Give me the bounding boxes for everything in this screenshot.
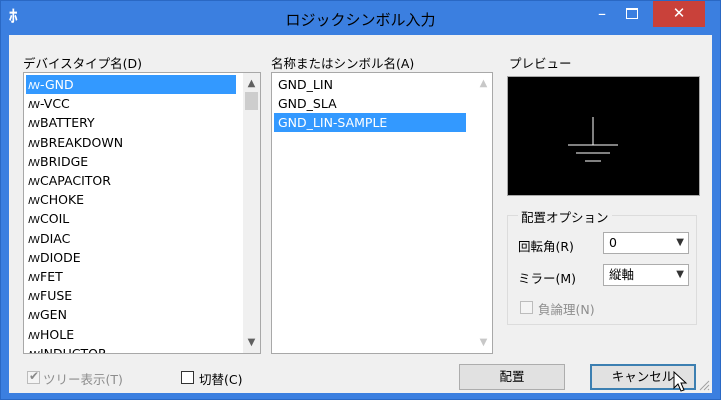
check-icon: ✔ (29, 369, 40, 383)
component-symbol-icon: ꟿ (28, 350, 40, 353)
component-symbol-icon: ꟿ (28, 234, 40, 246)
list-item-label: DIODE (40, 249, 81, 265)
mirror-value: 縦軸 (609, 267, 635, 282)
list-item[interactable]: ꟿCAPACITOR (26, 171, 236, 190)
component-symbol-icon: ꟿ (28, 330, 40, 342)
maximize-button[interactable] (617, 3, 647, 27)
tree-view-label: ツリー表示(T) (43, 372, 123, 387)
dialog-client-area: デバイスタイプ名(D) ꟿ-GND ꟿ-VCC ꟿBATTERY ꟿBREAKDOWN… (9, 35, 712, 393)
component-symbol-icon: ꟿ (28, 119, 40, 131)
symbol-name-list[interactable]: GND_LIN GND_SLA GND_LIN-SAMPLE ▲ ▼ (271, 72, 493, 354)
rotation-select[interactable]: 0 ▼ (603, 232, 689, 254)
scroll-up-icon[interactable]: ▲ (475, 75, 492, 92)
list-item-label: FUSE (40, 288, 73, 304)
mirror-label: ミラー(M) (518, 271, 577, 286)
placement-options-label: 配置オプション (518, 207, 612, 226)
close-button[interactable]: ✕ (653, 1, 705, 27)
symbol-list-scrollbar[interactable]: ▲ ▼ (475, 73, 492, 353)
component-symbol-icon: ꟿ (28, 138, 40, 150)
component-symbol-icon: ꟿ (28, 215, 40, 227)
mouse-pointer-icon (673, 371, 688, 392)
component-symbol-icon: ꟿ (28, 311, 40, 323)
list-item[interactable]: ꟿ-VCC (26, 94, 236, 113)
list-item-label: -GND (40, 77, 74, 92)
component-symbol-icon: ꟿ (28, 196, 40, 208)
list-item[interactable]: GND_SLA (274, 94, 466, 113)
list-item[interactable]: ꟿDIAC (26, 229, 236, 248)
component-symbol-icon: ꟿ (28, 100, 40, 112)
list-item-label: INDUCTOR (40, 345, 107, 354)
list-item-label: CAPACITOR (40, 173, 111, 188)
scroll-down-icon[interactable]: ▼ (475, 334, 492, 351)
rotation-value: 0 (609, 235, 617, 250)
list-item[interactable]: GND_LIN (274, 75, 466, 94)
scrollbar-thumb[interactable] (245, 92, 258, 110)
list-item[interactable]: ꟿBREAKDOWN (26, 133, 236, 152)
maximize-icon (626, 8, 638, 19)
device-type-label: デバイスタイプ名(D) (23, 56, 143, 71)
list-item-label: COIL (40, 211, 70, 227)
device-type-list[interactable]: ꟿ-GND ꟿ-VCC ꟿBATTERY ꟿBREAKDOWN ꟿBRIDGE ꟿCAPA… (23, 72, 261, 354)
list-item-label: BREAKDOWN (40, 134, 124, 150)
switch-label: 切替(C) (199, 372, 243, 387)
preview-label: プレビュー (509, 56, 572, 71)
list-item[interactable]: ꟿCHOKE (26, 190, 236, 209)
list-item[interactable]: ꟿHOLE (26, 325, 236, 344)
switch-checkbox[interactable] (181, 371, 194, 384)
list-item[interactable]: ꟿINDUCTOR (26, 344, 236, 354)
list-item[interactable]: ꟿDIODE (26, 248, 236, 267)
component-symbol-icon: ꟿ (28, 81, 40, 92)
component-symbol-icon: ꟿ (28, 292, 40, 304)
list-item-label: BATTERY (40, 115, 95, 131)
list-item[interactable]: ꟿFUSE (26, 286, 236, 305)
list-item[interactable]: ꟿGEN (26, 305, 236, 324)
title-bar[interactable]: ﾎ ロジックシンボル入力 – ✕ (1, 1, 720, 35)
list-item-label: HOLE (40, 326, 75, 342)
list-item-label: CHOKE (40, 192, 85, 208)
place-button[interactable]: 配置 (459, 364, 565, 390)
negative-logic-checkbox[interactable] (520, 301, 533, 314)
list-item[interactable]: ꟿBATTERY (26, 113, 236, 132)
list-item-label: GEN (40, 307, 67, 323)
minimize-button[interactable]: – (587, 3, 617, 27)
list-item[interactable]: ꟿCOIL (26, 209, 236, 228)
list-item-label: BRIDGE (40, 153, 89, 169)
scroll-down-icon[interactable]: ▼ (243, 334, 260, 351)
chevron-down-icon: ▼ (676, 237, 684, 248)
scroll-up-icon[interactable]: ▲ (243, 75, 260, 92)
ground-symbol-icon (568, 117, 618, 162)
list-item[interactable]: ꟿFET (26, 267, 236, 286)
placement-options-group: 配置オプション 回転角(R) 0 ▼ ミラー(M) 縦軸 ▼ 負論理(N) (507, 207, 697, 325)
resize-grip-icon[interactable] (698, 379, 710, 391)
list-item[interactable]: ꟿBRIDGE (26, 152, 236, 171)
device-list-scrollbar[interactable]: ▲ ▼ (243, 73, 260, 353)
chevron-down-icon: ▼ (676, 269, 684, 280)
component-symbol-icon: ꟿ (28, 273, 40, 284)
negative-logic-label: 負論理(N) (538, 302, 595, 317)
tree-view-checkbox[interactable]: ✔ (27, 369, 40, 384)
list-item-label: FET (40, 269, 63, 284)
list-item-label: DIAC (40, 230, 71, 246)
symbol-name-label: 名称またはシンボル名(A) (271, 56, 415, 71)
mirror-select[interactable]: 縦軸 ▼ (603, 264, 689, 286)
list-item[interactable]: GND_LIN-SAMPLE (274, 113, 466, 132)
list-item-label: -VCC (40, 96, 70, 112)
symbol-preview (507, 76, 700, 196)
component-symbol-icon: ꟿ (28, 177, 40, 188)
component-symbol-icon: ꟿ (28, 157, 40, 169)
dialog-window: ﾎ ロジックシンボル入力 – ✕ デバイスタイプ名(D) ꟿ-GND ꟿ-VCC ꟿ… (0, 0, 721, 400)
component-symbol-icon: ꟿ (28, 253, 40, 265)
rotation-label: 回転角(R) (518, 239, 574, 254)
list-item[interactable]: ꟿ-GND (26, 75, 236, 94)
